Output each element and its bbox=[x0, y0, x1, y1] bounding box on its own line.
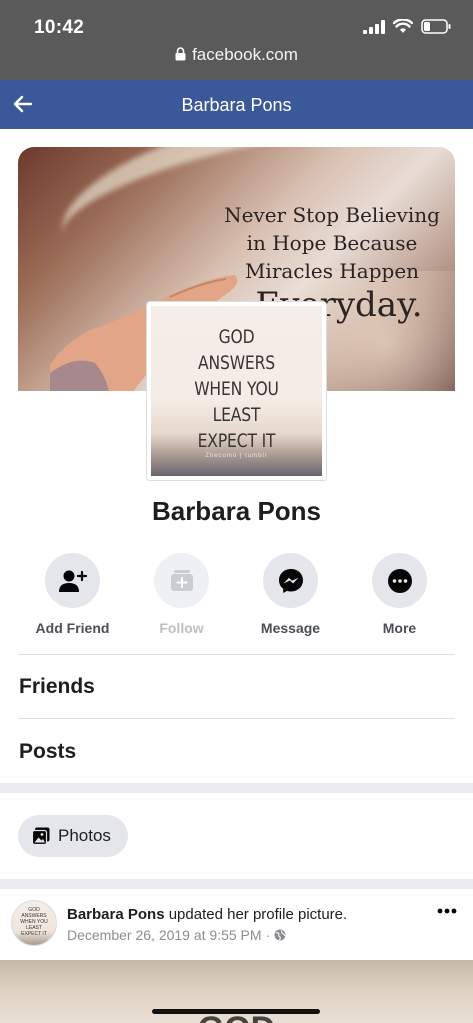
photos-label: Photos bbox=[58, 826, 111, 845]
post-author-name[interactable]: Barbara Pons bbox=[67, 906, 165, 923]
image-credit: Zhecomo | tumblr bbox=[205, 453, 268, 459]
profile-picture[interactable]: GOD ANSWERS WHEN YOU LEAST EXPECT IT Zhe… bbox=[147, 302, 326, 480]
url-text: facebook.com bbox=[192, 45, 298, 64]
post-meta: December 26, 2019 at 9:55 PM · bbox=[67, 927, 286, 943]
follow-button[interactable]: Follow bbox=[127, 553, 236, 636]
post-author-avatar[interactable]: GOD ANSWERS WHEN YOU LEAST EXPECT IT bbox=[11, 900, 57, 946]
more-icon bbox=[387, 568, 412, 593]
wifi-icon bbox=[393, 19, 413, 33]
meta-separator: · bbox=[265, 927, 271, 943]
profile-picture-line: EXPECT IT bbox=[197, 430, 276, 452]
add-friend-icon bbox=[58, 570, 87, 592]
add-friend-circle bbox=[45, 553, 100, 608]
post-timestamp[interactable]: December 26, 2019 at 9:55 PM bbox=[67, 927, 262, 943]
home-indicator[interactable] bbox=[152, 1009, 320, 1014]
post-options-icon[interactable] bbox=[437, 908, 457, 914]
profile-picture-image: GOD ANSWERS WHEN YOU LEAST EXPECT IT Zhe… bbox=[151, 306, 322, 476]
profile-picture-line: WHEN YOU bbox=[194, 378, 279, 400]
more-button[interactable]: More bbox=[345, 553, 454, 636]
page-title: Barbara Pons bbox=[181, 95, 292, 115]
post-action-text: updated her profile picture. bbox=[168, 906, 348, 923]
message-circle bbox=[263, 553, 318, 608]
globe-icon bbox=[274, 929, 286, 941]
profile-picture-line: GOD bbox=[218, 326, 255, 348]
profile-picture-line: ANSWERS bbox=[197, 352, 276, 374]
message-button[interactable]: Message bbox=[236, 553, 345, 636]
post-avatar-line: EXPECT IT bbox=[21, 931, 47, 937]
cover-quote-line: in Hope Because bbox=[246, 231, 418, 255]
post-header: Barbara Pons updated her profile picture… bbox=[67, 906, 347, 923]
friends-section-link[interactable]: Friends bbox=[19, 675, 95, 699]
divider bbox=[18, 718, 455, 719]
section-separator bbox=[0, 879, 473, 889]
add-friend-button[interactable]: Add Friend bbox=[18, 553, 127, 636]
profile-name: Barbara Pons bbox=[151, 496, 322, 526]
messenger-icon bbox=[278, 568, 303, 593]
divider bbox=[18, 654, 455, 655]
address-bar[interactable]: facebook.com bbox=[0, 45, 473, 65]
profile-picture-line: LEAST bbox=[212, 404, 261, 426]
photos-button[interactable]: Photos bbox=[18, 815, 128, 857]
page-header: Barbara Pons bbox=[0, 80, 473, 129]
profile-picture-text: GOD ANSWERS WHEN YOU LEAST EXPECT IT bbox=[166, 324, 306, 454]
system-indicators bbox=[363, 19, 451, 34]
profile-actions: Add Friend Follow Message More bbox=[18, 553, 455, 636]
more-label: More bbox=[382, 620, 417, 636]
browser-status-bar: 10:42 facebook.com bbox=[0, 0, 473, 80]
cellular-signal-icon bbox=[363, 19, 385, 34]
add-friend-label: Add Friend bbox=[35, 620, 110, 636]
message-label: Message bbox=[260, 620, 321, 636]
follow-icon bbox=[170, 569, 193, 591]
post-avatar-image-text: GOD ANSWERS WHEN YOU LEAST EXPECT IT bbox=[12, 907, 56, 937]
posts-section-link[interactable]: Posts bbox=[19, 740, 76, 764]
battery-icon bbox=[421, 19, 451, 34]
clock: 10:42 bbox=[34, 17, 85, 38]
more-circle bbox=[372, 553, 427, 608]
section-separator bbox=[0, 783, 473, 793]
cover-quote-line: Miracles Happen bbox=[244, 259, 420, 283]
photos-icon bbox=[32, 827, 50, 845]
follow-circle bbox=[154, 553, 209, 608]
cover-quote-line: Never Stop Believing bbox=[224, 203, 440, 227]
follow-label: Follow bbox=[159, 620, 204, 636]
lock-icon bbox=[175, 47, 186, 61]
